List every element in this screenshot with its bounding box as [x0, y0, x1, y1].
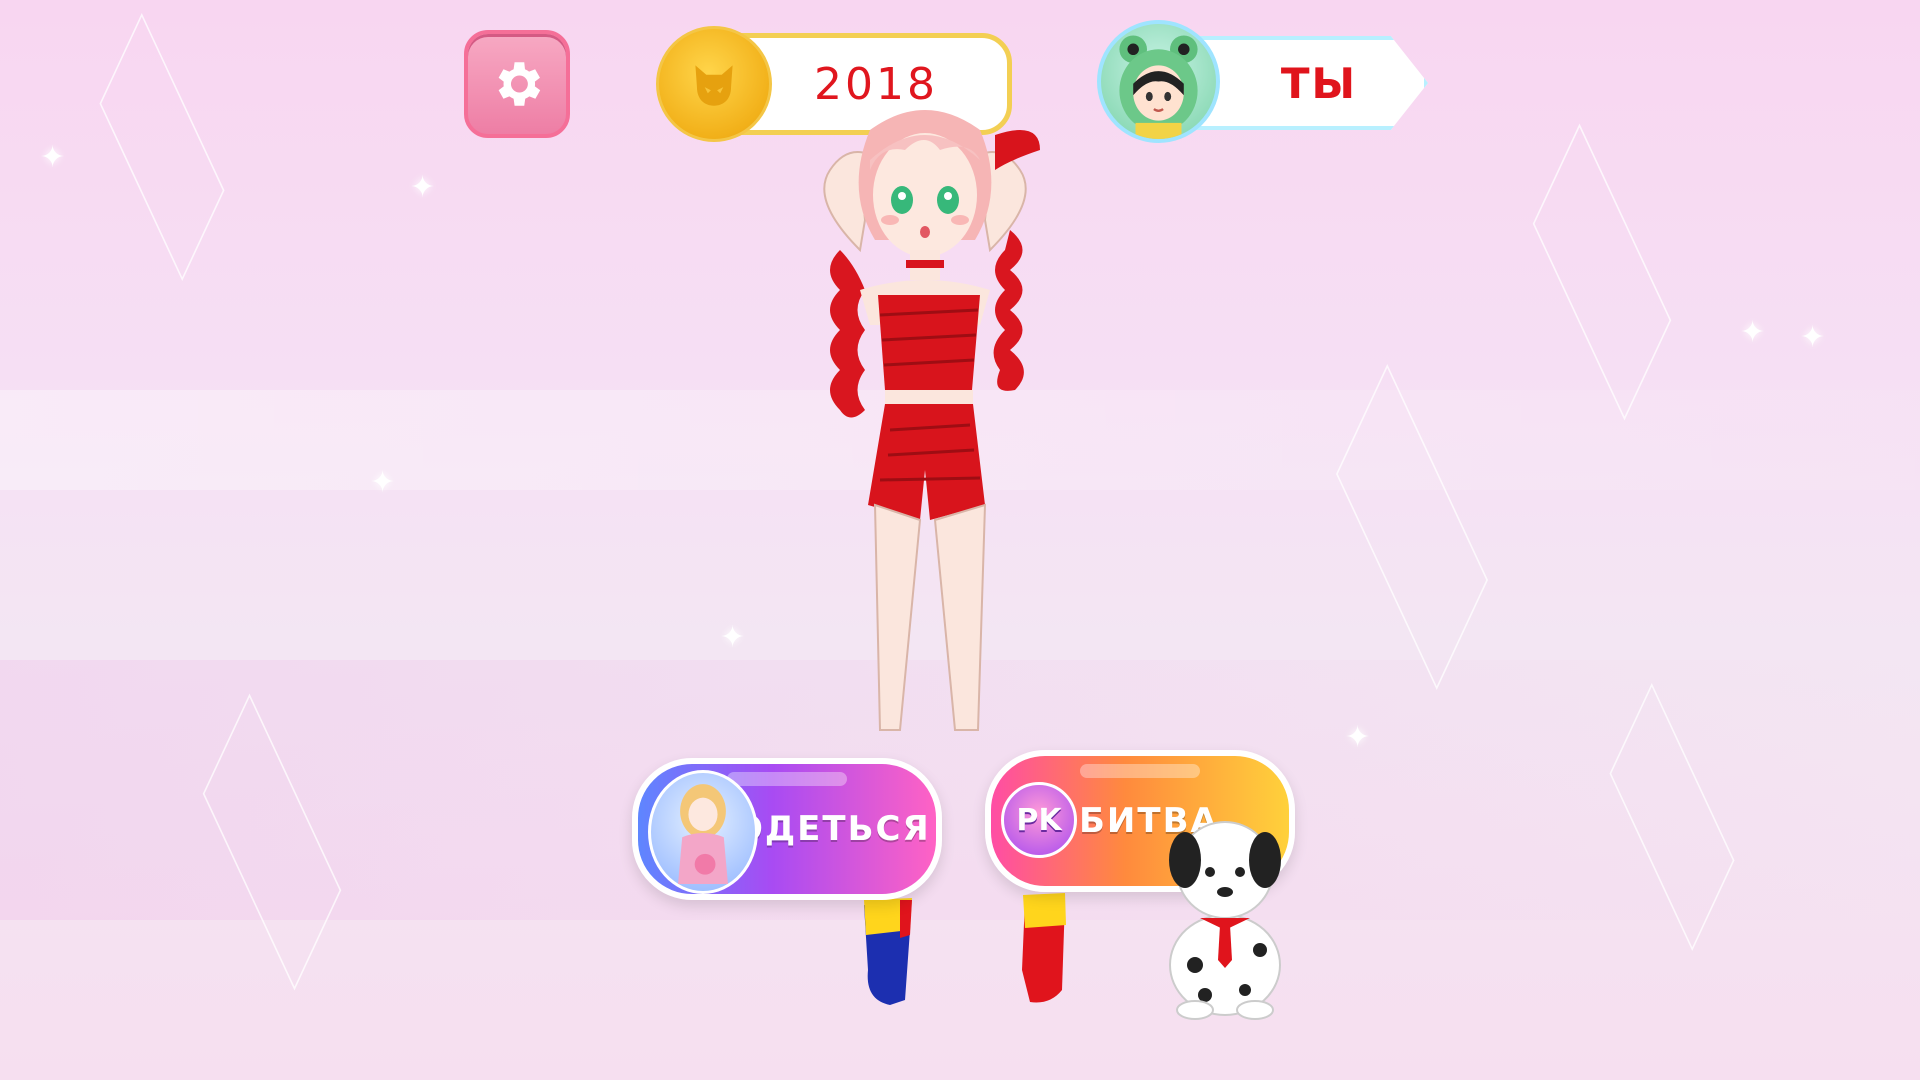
sparkle-icon: ✦	[1740, 315, 1766, 350]
background-diamond	[99, 12, 225, 282]
pk-badge-icon: PK	[1001, 782, 1077, 858]
background-diamond	[1335, 364, 1489, 690]
settings-button[interactable]	[464, 30, 570, 138]
sparkle-icon: ✦	[40, 140, 66, 175]
gear-icon	[498, 62, 541, 106]
dressed-girl-icon	[648, 770, 758, 894]
dalmatian-puppy-icon[interactable]	[1140, 800, 1310, 1020]
background-diamond	[1609, 682, 1735, 952]
frog-hood-avatar-icon	[1119, 35, 1198, 139]
dress-up-button[interactable]: ОДЕТЬСЯ	[632, 758, 942, 900]
background-diamond	[202, 693, 342, 991]
sparkle-icon: ✦	[410, 170, 436, 205]
dress-up-label: ОДЕТЬСЯ	[734, 809, 931, 849]
sparkle-icon: ✦	[370, 465, 396, 500]
sparkle-icon: ✦	[1800, 320, 1826, 355]
sparkle-icon: ✦	[1345, 720, 1371, 755]
coin-value: 2018	[814, 58, 938, 110]
background-diamond	[1532, 123, 1672, 421]
player-name: ТЫ	[1280, 58, 1358, 108]
player-avatar[interactable]	[1097, 20, 1220, 143]
pk-badge-label: PK	[1016, 802, 1062, 838]
